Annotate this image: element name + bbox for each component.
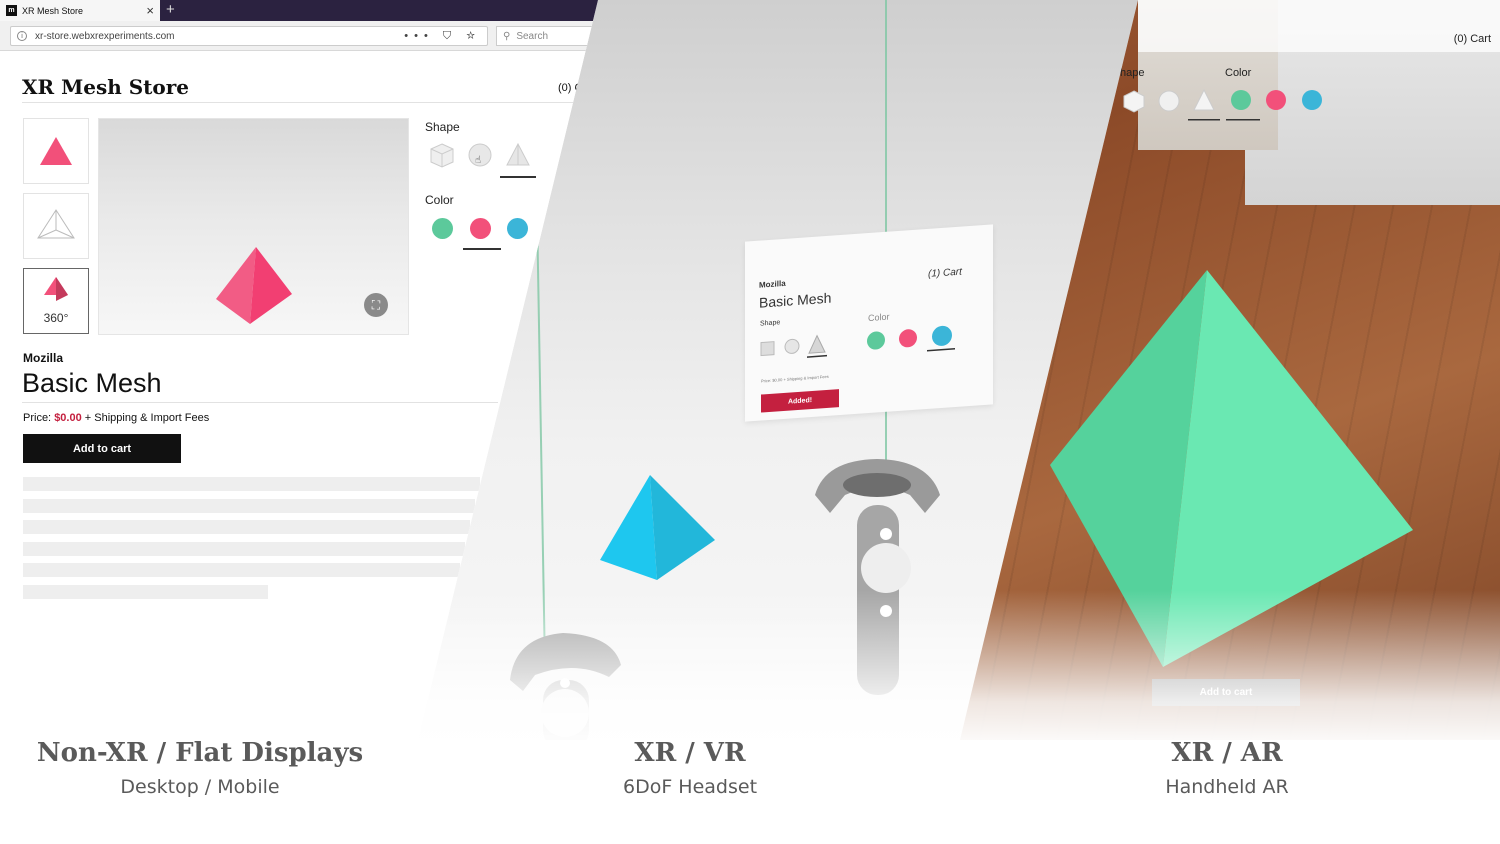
vr-left-controller [510, 633, 621, 740]
shape-option-cube[interactable] [429, 142, 455, 168]
left-controller-laser [536, 230, 546, 650]
wireframe-pyramid-icon [37, 209, 75, 239]
svg-text:☝: ☝ [475, 155, 481, 166]
vr-card-color-options[interactable] [865, 323, 957, 359]
color-label: Color [425, 193, 454, 207]
ar-color-label: Color [1225, 67, 1252, 79]
search-icon: ⚲ [503, 30, 511, 42]
thumbnail-pink-pyramid[interactable] [23, 118, 89, 184]
shape-option-sphere[interactable]: ☝ [467, 142, 493, 168]
price-label: Price: [23, 412, 52, 424]
browser-search-input[interactable]: ⚲ Search [496, 26, 598, 46]
caption-flat-subtitle: Desktop / Mobile [120, 776, 280, 798]
skeleton-line [23, 542, 465, 556]
browser-tab-bar: m XR Mesh Store × + [0, 0, 598, 21]
product-name: Basic Mesh [22, 368, 162, 398]
skeleton-line [23, 520, 470, 534]
pyramid-icon [506, 142, 530, 166]
vr-right-controller [815, 459, 940, 695]
store-header-divider [22, 102, 582, 103]
address-text: xr-store.webxrexperiments.com [35, 30, 175, 42]
skeleton-line [23, 477, 480, 491]
browser-url-bar: i xr-store.webxrexperiments.com ••• ⛉ ☆ … [0, 21, 598, 51]
browser-tab[interactable]: m XR Mesh Store × [0, 0, 160, 21]
product-brand: Mozilla [23, 351, 64, 365]
pyramid-360-icon [44, 277, 68, 301]
product-divider [22, 402, 498, 403]
vr-card-title: Basic Mesh [759, 289, 832, 311]
thumbnail-wireframe[interactable] [23, 193, 89, 259]
caption-ar-subtitle: Handheld AR [1165, 776, 1289, 798]
shape-option-pyramid[interactable] [505, 142, 531, 168]
vr-card-color-label: Color [868, 311, 890, 324]
ar-color-options[interactable] [1225, 86, 1330, 126]
skeleton-line [23, 585, 268, 599]
search-placeholder: Search [516, 30, 549, 42]
price-amount: $0.00 [54, 412, 82, 424]
site-info-icon[interactable]: i [17, 31, 27, 41]
vr-tetrahedron-model [600, 475, 715, 580]
color-swatch-pink[interactable] [470, 218, 491, 239]
viewer-pyramid-model [216, 247, 292, 324]
price-suffix: + Shipping & Import Fees [84, 412, 210, 424]
label-360: 360° [43, 311, 69, 325]
caption-flat-title: Non-XR / Flat Displays [36, 738, 364, 768]
color-swatch-green[interactable] [432, 218, 453, 239]
ar-shape-options[interactable] [1120, 86, 1225, 126]
cube-icon [430, 143, 454, 168]
color-selected-indicator [463, 248, 501, 250]
vr-card-price: Price: $0.00 + Shipping & Import Fees [761, 373, 829, 384]
ar-shape-label: hape [1120, 67, 1145, 79]
vr-card-brand: Mozilla [759, 278, 786, 290]
color-swatch-blue[interactable] [507, 218, 528, 239]
tab-close-icon[interactable]: × [146, 3, 154, 18]
sphere-icon: ☝ [468, 143, 492, 167]
address-field[interactable]: i xr-store.webxrexperiments.com ••• ⛉ ☆ [10, 26, 488, 46]
ar-tetrahedron-model [1050, 270, 1413, 667]
caption-vr-subtitle: 6DoF Headset [622, 776, 758, 798]
add-to-cart-button[interactable]: Add to cart [23, 434, 181, 463]
caption-ar-title: XR / AR [1171, 738, 1283, 768]
vr-card-cart[interactable]: (1) Cart [928, 267, 962, 280]
store-title[interactable]: XR Mesh Store [22, 75, 189, 99]
ar-top-bar [1138, 0, 1500, 52]
skeleton-line [23, 563, 460, 577]
product-price: Price: $0.00 + Shipping & Import Fees [23, 412, 209, 424]
new-tab-button[interactable]: + [166, 1, 175, 18]
pyramid-thumbnail-icon [40, 137, 72, 165]
ar-cart-link[interactable]: (0) Cart [1454, 33, 1491, 45]
skeleton-line [23, 499, 475, 513]
tab-title: XR Mesh Store [22, 5, 84, 16]
vr-card-shape-options[interactable] [759, 332, 829, 363]
vr-added-button[interactable]: Added! [761, 389, 839, 413]
shape-label: Shape [425, 120, 460, 134]
product-3d-viewer[interactable]: ⛶ [98, 118, 409, 335]
mozilla-favicon-icon: m [6, 5, 17, 16]
shape-selected-indicator [500, 176, 536, 178]
thumbnail-360-view[interactable]: 360° [23, 268, 89, 334]
page-actions-icons[interactable]: ••• ⛉ ☆ [404, 30, 481, 43]
caption-vr-title: XR / VR [634, 738, 746, 768]
vr-card-shape-label: Shape [760, 319, 781, 328]
fullscreen-icon[interactable]: ⛶ [364, 293, 388, 317]
vr-product-card[interactable]: Mozilla (1) Cart Basic Mesh Shape Color … [745, 224, 993, 422]
ar-add-to-cart-button[interactable]: Add to cart [1152, 679, 1300, 706]
